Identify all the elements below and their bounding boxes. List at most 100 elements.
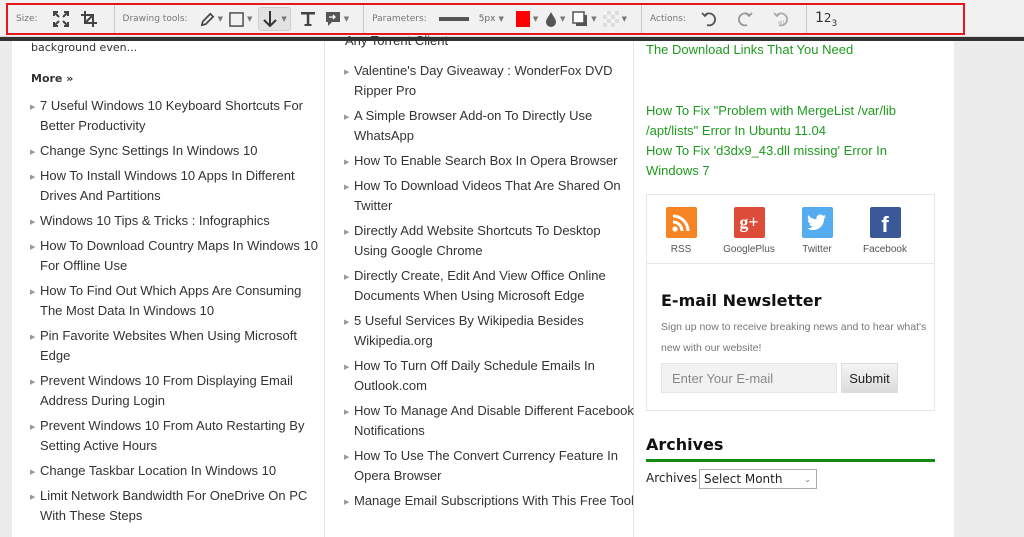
chevron-down-icon: ▼ bbox=[498, 15, 504, 23]
post-title: How To Use The Convert Currency Feature … bbox=[354, 448, 618, 483]
post-link-cut[interactable]: Any Torrent Client bbox=[345, 33, 448, 48]
post-link[interactable]: ▶ 5 Useful Services By Wikipedia Besides … bbox=[344, 311, 634, 351]
newsletter-email-input[interactable] bbox=[661, 363, 837, 393]
background-select[interactable]: ▼ bbox=[602, 7, 627, 31]
post-link[interactable]: ▶ Change Taskbar Location In Windows 10 bbox=[30, 461, 320, 481]
post-title: Directly Create, Edit And View Office On… bbox=[354, 268, 606, 303]
newsletter-description: Sign up now to receive breaking news and… bbox=[661, 321, 927, 354]
related-link[interactable]: How To Fix 'd3dx9_43.dll missing' Error … bbox=[646, 141, 926, 181]
related-link[interactable]: The Download Links That You Need bbox=[646, 40, 926, 60]
drawing-tools-label: Drawing tools: bbox=[122, 14, 188, 24]
line-sample bbox=[438, 17, 469, 21]
post-link[interactable]: ▶ How To Manage And Disable Different Fac… bbox=[344, 401, 634, 441]
social-facebook[interactable]: f Facebook bbox=[851, 207, 919, 263]
post-link[interactable]: ▶ How To Install Windows 10 Apps In Diffe… bbox=[30, 166, 320, 206]
post-title: Prevent Windows 10 From Auto Restarting … bbox=[40, 418, 305, 453]
archives-divider bbox=[646, 459, 935, 462]
social-label: RSS bbox=[670, 244, 692, 255]
numbering-icon: 123 bbox=[814, 9, 838, 29]
numbering-button[interactable]: 123 bbox=[815, 7, 837, 31]
pencil-tool[interactable]: ▼ bbox=[200, 7, 223, 31]
post-title: How To Find Out Which Apps Are Consuming… bbox=[40, 283, 302, 318]
post-link[interactable]: ▶ Directly Add Website Shortcuts To Deskt… bbox=[344, 221, 634, 261]
chevron-down-icon: ⌄ bbox=[804, 474, 811, 484]
post-link[interactable]: ▶ Change Sync Settings In Windows 10 bbox=[30, 141, 320, 161]
left-post-list: ▶ 7 Useful Windows 10 Keyboard Shortcuts … bbox=[30, 96, 320, 531]
bullet-icon: ▶ bbox=[30, 104, 36, 111]
size-group: Size: bbox=[8, 5, 115, 33]
post-link[interactable]: ▶ How To Enable Search Box In Opera Brows… bbox=[344, 151, 634, 171]
undo-all-button[interactable]: all bbox=[770, 7, 792, 31]
archives-month-select[interactable]: Select Month ⌄ bbox=[699, 469, 817, 489]
redo-button[interactable] bbox=[734, 7, 756, 31]
social-twitter[interactable]: Twitter bbox=[783, 207, 851, 263]
line-size-select[interactable]: 5px ▼ bbox=[479, 7, 504, 31]
post-link[interactable]: ▶ Directly Create, Edit And View Office O… bbox=[344, 266, 634, 306]
post-link[interactable]: ▶ 7 Useful Windows 10 Keyboard Shortcuts … bbox=[30, 96, 320, 136]
left-column: background even... More » ▶ 7 Useful Wind… bbox=[12, 41, 325, 537]
shadow-icon bbox=[572, 11, 588, 26]
actions-group: Actions: all bbox=[642, 5, 807, 33]
post-title: How To Download Country Maps In Windows … bbox=[40, 238, 318, 273]
post-link[interactable]: ▶ How To Download Videos That Are Shared … bbox=[344, 176, 634, 216]
shadow-select[interactable]: ▼ bbox=[572, 7, 597, 31]
more-link[interactable]: More » bbox=[31, 72, 73, 85]
bullet-icon: ▶ bbox=[344, 274, 350, 281]
text-icon bbox=[300, 12, 315, 26]
social-newsletter-widget: RSS g+ GooglePlus Twitter f Facebook E-m… bbox=[646, 194, 935, 411]
fullscreen-icon[interactable] bbox=[50, 7, 72, 31]
related-link[interactable]: How To Fix "Problem with MergeList /var/… bbox=[646, 101, 926, 141]
post-link[interactable]: ▶ How To Find Out Which Apps Are Consumin… bbox=[30, 281, 320, 321]
arrow-tool[interactable]: ▼ bbox=[258, 7, 291, 31]
post-title: How To Download Videos That Are Shared O… bbox=[354, 178, 621, 213]
post-link[interactable]: ▶ A Simple Browser Add-on To Directly Use… bbox=[344, 106, 634, 146]
post-title: How To Manage And Disable Different Face… bbox=[354, 403, 634, 438]
post-link[interactable]: ▶ Prevent Windows 10 From Auto Restarting… bbox=[30, 416, 320, 456]
post-link[interactable]: ▶ Prevent Windows 10 From Displaying Emai… bbox=[30, 371, 320, 411]
bullet-icon: ▶ bbox=[30, 174, 36, 181]
social-rss[interactable]: RSS bbox=[647, 207, 715, 263]
parameters-label: Parameters: bbox=[372, 14, 427, 24]
social-links: RSS g+ GooglePlus Twitter f Facebook bbox=[647, 195, 934, 264]
line-width-select[interactable] bbox=[438, 7, 469, 31]
bullet-icon: ▶ bbox=[344, 454, 350, 461]
right-sidebar: The Download Links That You Need How To … bbox=[635, 41, 954, 537]
color-picker[interactable]: ▼ bbox=[515, 7, 538, 31]
bullet-icon: ▶ bbox=[30, 424, 36, 431]
social-googleplus[interactable]: g+ GooglePlus bbox=[715, 207, 783, 263]
bullet-icon: ▶ bbox=[30, 289, 36, 296]
undo-button[interactable] bbox=[698, 7, 720, 31]
rectangle-tool[interactable]: ▼ bbox=[229, 7, 252, 31]
post-link[interactable]: ▶ Valentine's Day Giveaway : WonderFox DV… bbox=[344, 61, 634, 101]
crop-icon[interactable] bbox=[78, 7, 100, 31]
bullet-icon: ▶ bbox=[30, 334, 36, 341]
text-tool[interactable] bbox=[297, 7, 319, 31]
post-title: 5 Useful Services By Wikipedia Besides W… bbox=[354, 313, 584, 348]
parameters-group: Parameters: 5px ▼ ▼ ▼ ▼ ▼ bbox=[364, 5, 643, 33]
post-link[interactable]: ▶ How To Use The Convert Currency Feature… bbox=[344, 446, 634, 486]
newsletter-submit-button[interactable]: Submit bbox=[841, 363, 898, 393]
post-link[interactable]: ▶ Manage Email Subscriptions With This Fr… bbox=[344, 491, 634, 511]
post-title: 7 Useful Windows 10 Keyboard Shortcuts F… bbox=[40, 98, 304, 133]
post-title: A Simple Browser Add-on To Directly Use … bbox=[354, 108, 593, 143]
post-link[interactable]: ▶ Windows 10 Tips & Tricks : Infographics bbox=[30, 211, 320, 231]
bullet-icon: ▶ bbox=[344, 184, 350, 191]
chevron-down-icon: ▼ bbox=[281, 15, 287, 23]
opacity-select[interactable]: ▼ bbox=[544, 7, 566, 31]
redo-icon bbox=[737, 12, 753, 27]
color-swatch bbox=[515, 11, 530, 27]
chevron-down-icon: ▼ bbox=[560, 15, 566, 23]
post-link[interactable]: ▶ Limit Network Bandwidth For OneDrive On… bbox=[30, 486, 320, 526]
callout-tool[interactable]: ▼ bbox=[325, 7, 349, 31]
bullet-icon: ▶ bbox=[344, 114, 350, 121]
post-title: How To Install Windows 10 Apps In Differ… bbox=[40, 168, 295, 203]
post-title: How To Enable Search Box In Opera Browse… bbox=[354, 153, 618, 168]
post-link[interactable]: ▶ How To Turn Off Daily Schedule Emails I… bbox=[344, 356, 634, 396]
bullet-icon: ▶ bbox=[30, 149, 36, 156]
webpage-content: background even... More » ▶ 7 Useful Wind… bbox=[12, 33, 954, 537]
arrow-down-icon bbox=[263, 11, 278, 28]
post-link[interactable]: ▶ Pin Favorite Websites When Using Micros… bbox=[30, 326, 320, 366]
post-link[interactable]: ▶ How To Download Country Maps In Windows… bbox=[30, 236, 320, 276]
bullet-icon: ▶ bbox=[30, 244, 36, 251]
middle-post-list: ▶ Valentine's Day Giveaway : WonderFox DV… bbox=[344, 61, 634, 516]
